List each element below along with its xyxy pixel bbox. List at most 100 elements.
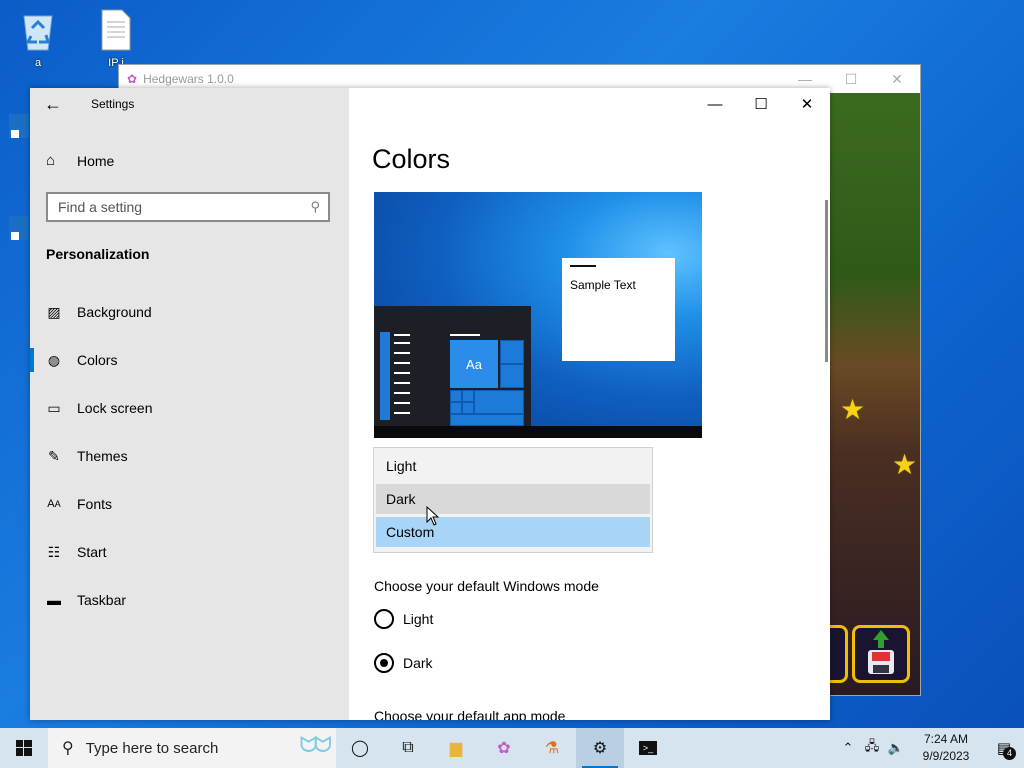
hedgewars-icon: ✿	[497, 740, 511, 757]
search-icon: ⚲	[310, 199, 320, 214]
back-arrow-icon[interactable]: ←	[44, 94, 66, 116]
personalization-nav: ▨ Background ◍ Colors ▭ Lock screen ✎ Th…	[30, 288, 349, 624]
window-controls: — ☐ ✕	[692, 88, 830, 120]
nav-item-lock-screen[interactable]: ▭ Lock screen	[30, 384, 349, 432]
windows-mode-heading: Choose your default Windows mode	[374, 578, 599, 594]
file-explorer-button[interactable]: ▆	[432, 728, 480, 768]
preview-window: Sample Text	[562, 258, 675, 361]
network-icon[interactable]: 🖧	[860, 737, 884, 759]
home-link[interactable]: ⌂ Home	[46, 152, 114, 169]
folder-icon: ▆	[449, 740, 463, 757]
nav-item-label: Taskbar	[77, 592, 127, 608]
action-center-button[interactable]: ▤ 4	[984, 739, 1024, 760]
close-icon[interactable]: ✕	[784, 88, 830, 120]
minimize-icon[interactable]: —	[782, 71, 828, 88]
volume-muted-icon[interactable]: 🔈	[884, 740, 908, 756]
cortana-icon: ◯	[351, 740, 369, 757]
choose-color-dropdown[interactable]: Light Dark Custom	[373, 447, 653, 553]
radio-circle	[374, 609, 394, 629]
scrollbar[interactable]	[825, 200, 828, 362]
clock[interactable]: 7:24 AM 9/9/2023	[908, 731, 984, 765]
nav-item-fonts[interactable]: AA Fonts	[30, 480, 349, 528]
windows-logo-icon	[16, 740, 32, 756]
start-menu-icon: ☷	[47, 543, 61, 560]
shortcut-desktop-icon[interactable]	[0, 108, 30, 151]
star-icon: ★	[892, 449, 918, 480]
windows-mode-light-radio[interactable]: Light	[374, 609, 433, 629]
nav-item-label: Lock screen	[77, 400, 153, 416]
app-mode-heading: Choose your default app mode	[374, 708, 566, 720]
task-view-button[interactable]: ⧉	[384, 728, 432, 768]
ip-info-desktop-icon[interactable]: IP i	[86, 8, 146, 69]
search-icon: ⚲	[62, 740, 74, 757]
windows-mode-dark-radio[interactable]: Dark	[374, 653, 433, 673]
color-preview: Aa Sample Text	[374, 192, 702, 438]
preview-tile-label: Aa	[450, 340, 498, 388]
page-title: Colors	[372, 144, 451, 174]
jellyfish-icon: ᗢᗢ	[299, 732, 331, 757]
settings-content: — ☐ ✕ Colors Aa Sample Text Light Dark C…	[349, 88, 830, 720]
system-tray: ⌃ 🖧 🔈 7:24 AM 9/9/2023 ▤ 4	[836, 728, 1024, 768]
maximize-icon[interactable]: ☐	[828, 71, 874, 88]
preview-start-menu: Aa	[374, 306, 531, 426]
game-action-button[interactable]	[830, 625, 848, 683]
minimize-icon[interactable]: —	[692, 88, 738, 120]
settings-window[interactable]: ← Settings ⌂ Home Find a setting ⚲ Perso…	[30, 88, 830, 720]
nav-item-colors[interactable]: ◍ Colors	[30, 336, 349, 384]
lab-app-button[interactable]: ⚗	[528, 728, 576, 768]
star-icon: ★	[840, 394, 866, 425]
settings-sidebar: ← Settings ⌂ Home Find a setting ⚲ Perso…	[30, 88, 349, 720]
font-icon: AA	[47, 498, 61, 510]
shortcut-icon	[9, 216, 29, 240]
dropdown-option-light[interactable]: Light	[376, 451, 650, 481]
nav-item-label: Colors	[77, 352, 118, 368]
nav-item-themes[interactable]: ✎ Themes	[30, 432, 349, 480]
nav-item-label: Background	[77, 304, 152, 320]
task-view-icon: ⧉	[402, 739, 414, 756]
palette-icon: ◍	[47, 351, 61, 368]
desktop-icon-label: a	[34, 57, 42, 69]
brush-icon: ✎	[48, 447, 60, 464]
section-heading: Personalization	[46, 246, 150, 262]
nav-item-taskbar[interactable]: ▬ Taskbar	[30, 576, 349, 624]
home-icon: ⌂	[46, 152, 56, 169]
taskbar-search-placeholder: Type here to search	[85, 739, 219, 757]
maximize-icon[interactable]: ☐	[738, 88, 784, 120]
clock-date: 9/9/2023	[922, 749, 970, 763]
terminal-icon: >_	[638, 741, 658, 755]
text-file-icon	[101, 9, 131, 51]
app-title: Settings	[91, 97, 135, 111]
start-button[interactable]	[0, 728, 48, 768]
home-label: Home	[77, 152, 115, 169]
taskbar: ⚲ Type here to search ᗢᗢ ◯ ⧉ ▆ ✿ ⚗ ⚙ >_ …	[0, 728, 1024, 768]
flask-icon: ⚗	[544, 740, 560, 757]
nav-item-label: Start	[77, 544, 107, 560]
close-icon[interactable]: ✕	[874, 71, 920, 88]
find-setting-input[interactable]: Find a setting ⚲	[46, 192, 330, 222]
dropdown-option-custom[interactable]: Custom	[376, 517, 650, 547]
taskbar-search-box[interactable]: ⚲ Type here to search ᗢᗢ	[48, 728, 336, 768]
save-game-button[interactable]	[852, 625, 910, 683]
recycle-bin-icon	[23, 15, 53, 51]
terminal-taskbar-button[interactable]: >_	[624, 728, 672, 768]
recycle-bin-desktop-icon[interactable]: a	[8, 8, 68, 69]
chevron-up-icon[interactable]: ⌃	[836, 740, 860, 756]
shortcut-desktop-icon[interactable]	[0, 210, 30, 253]
mouse-cursor-icon	[426, 506, 440, 526]
cortana-button[interactable]: ◯	[336, 728, 384, 768]
preview-strip	[380, 332, 390, 420]
nav-item-background[interactable]: ▨ Background	[30, 288, 349, 336]
save-icon	[868, 630, 894, 674]
settings-taskbar-button[interactable]: ⚙	[576, 728, 624, 768]
hedgewars-taskbar-button[interactable]: ✿	[480, 728, 528, 768]
search-placeholder: Find a setting	[58, 199, 143, 215]
clock-time: 7:24 AM	[923, 732, 969, 746]
nav-item-start[interactable]: ☷ Start	[30, 528, 349, 576]
preview-sample-text: Sample Text	[570, 278, 636, 292]
game-canvas[interactable]: ★ ★	[830, 93, 920, 695]
dropdown-option-dark[interactable]: Dark	[376, 484, 650, 514]
lock-screen-icon: ▭	[47, 399, 61, 416]
gear-icon: ⚙	[592, 740, 608, 757]
nav-item-label: Fonts	[77, 496, 113, 512]
taskbar-icon: ▬	[47, 592, 61, 608]
